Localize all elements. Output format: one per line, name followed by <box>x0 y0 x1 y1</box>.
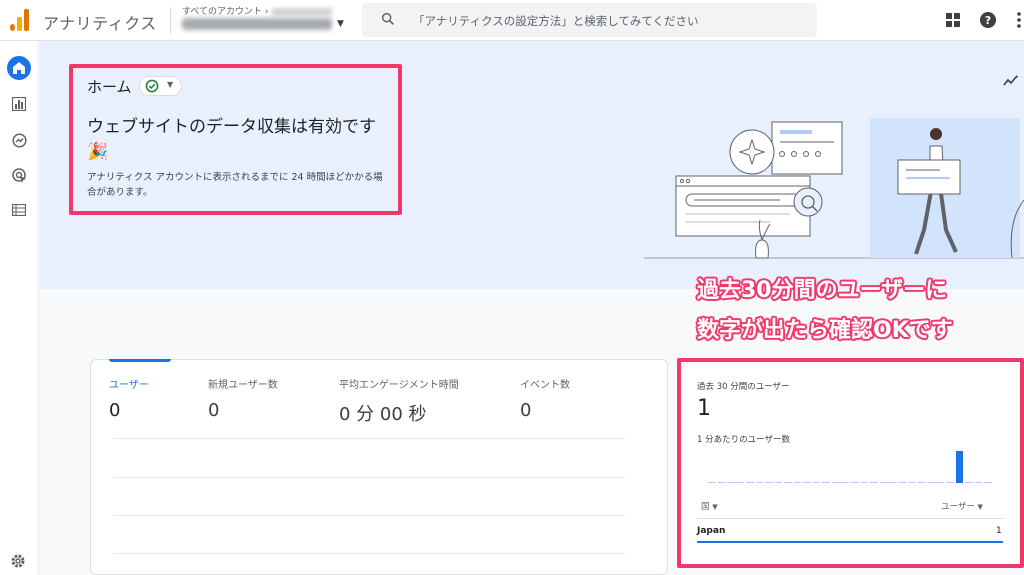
target-cursor-icon <box>11 167 26 183</box>
redacted-account-name <box>272 7 333 16</box>
metric-tab-new-users[interactable]: 新規ユーザー数 0 <box>208 376 278 421</box>
chart-gridline <box>113 477 625 478</box>
bar-chart-icon <box>12 97 26 111</box>
annotation-callout-line-1: 過去30分間のユーザーに <box>697 272 1017 304</box>
metric-label: 新規ユーザー数 <box>208 380 278 391</box>
metric-tab-users[interactable]: ユーザー 0 <box>109 376 149 421</box>
search-placeholder: 「アナリティクスの設定方法」と検索してみてください <box>413 14 699 28</box>
metric-value: 0 <box>520 400 532 421</box>
apps-grid-icon[interactable] <box>944 11 962 29</box>
property-dropdown-icon[interactable]: ▼ <box>337 19 344 29</box>
chart-gridline <box>113 515 625 516</box>
analytics-logo-icon[interactable] <box>10 9 30 31</box>
nav-configure-button[interactable] <box>7 198 31 222</box>
annotation-highlight-box <box>69 64 402 215</box>
annotation-text: 過去30分間のユーザーに <box>697 278 948 303</box>
annotation-highlight-box <box>677 358 1024 568</box>
home-icon <box>13 62 25 74</box>
metric-value: 0 <box>109 400 121 421</box>
nav-advertising-button[interactable] <box>7 163 31 187</box>
metric-label: ユーザー <box>109 380 149 391</box>
insights-trend-icon[interactable] <box>1003 75 1019 87</box>
more-vert-icon[interactable] <box>1010 11 1024 29</box>
metric-value: 0 <box>208 400 220 421</box>
metric-label: 平均エンゲージメント時間 <box>339 380 459 391</box>
redacted-property-name[interactable] <box>182 18 332 30</box>
svg-text:?: ? <box>985 14 991 27</box>
metric-tab-event-count[interactable]: イベント数 0 <box>520 376 570 421</box>
list-icon <box>12 204 26 216</box>
active-tab-indicator <box>109 359 171 362</box>
top-app-bar: アナリティクス すべてのアカウント › ▼ 「アナリティクスの設定方法」と検索し… <box>0 0 1024 41</box>
chart-gridline <box>113 553 625 554</box>
chart-gridline <box>113 438 625 439</box>
settings-gear-icon[interactable] <box>10 553 26 569</box>
nav-explore-button[interactable] <box>7 128 31 152</box>
metric-value: 0 分 00 秒 <box>339 404 427 425</box>
explore-icon <box>11 132 27 148</box>
metric-tab-engagement-time[interactable]: 平均エンゲージメント時間 0 分 00 秒 <box>339 376 459 426</box>
account-breadcrumb[interactable]: すべてのアカウント › <box>182 4 333 17</box>
metric-label: イベント数 <box>520 380 570 391</box>
search-bar[interactable]: 「アナリティクスの設定方法」と検索してみてください <box>362 3 817 37</box>
overview-metrics-card: ユーザー 0 新規ユーザー数 0 平均エンゲージメント時間 0 分 00 秒 イ… <box>90 359 668 575</box>
annotation-callout-line-2: 数字が出たら確認OKです <box>697 312 1017 344</box>
breadcrumb-label: すべてのアカウント <box>182 7 263 17</box>
divider <box>170 7 171 34</box>
hero-illustration <box>644 118 1024 259</box>
help-icon[interactable]: ? <box>979 11 997 29</box>
left-navigation <box>0 41 39 575</box>
search-icon <box>381 12 394 25</box>
nav-home-button[interactable] <box>7 56 31 80</box>
annotation-text: 数字が出たら確認OKです <box>697 318 953 343</box>
app-title: アナリティクス <box>43 14 157 33</box>
nav-reports-button[interactable] <box>7 92 31 116</box>
